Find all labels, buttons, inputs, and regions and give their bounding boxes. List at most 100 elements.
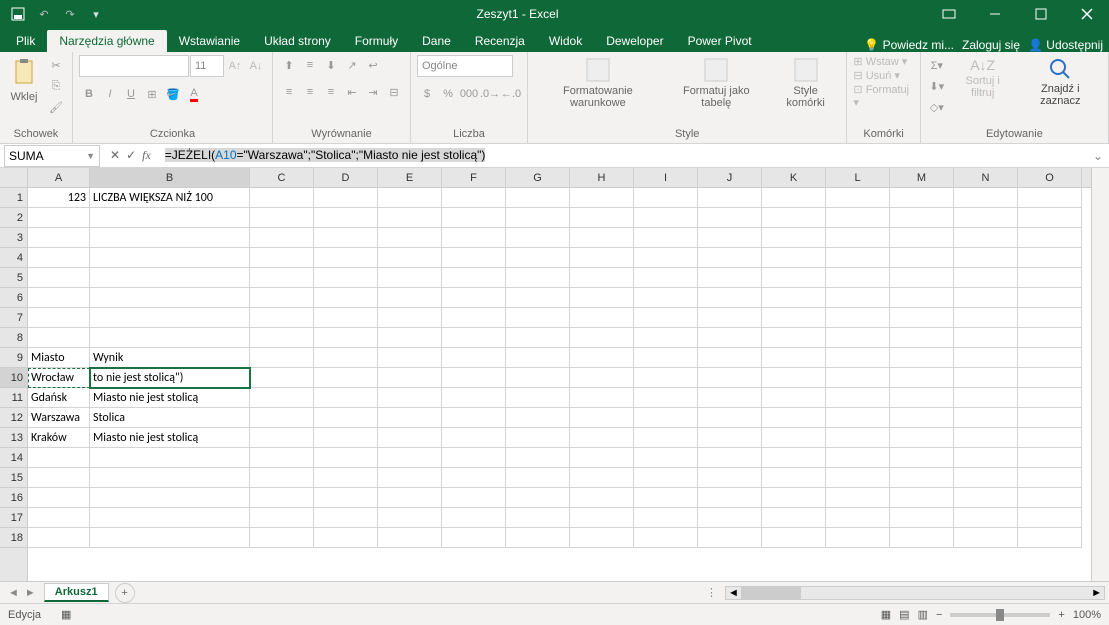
cell-O8[interactable] [1018,328,1082,348]
number-format-combo[interactable] [417,55,513,77]
cell-A3[interactable] [28,228,90,248]
cell-L10[interactable] [826,368,890,388]
format-as-table-button[interactable]: Formatuj jako tabelę [666,55,767,111]
cell-C14[interactable] [250,448,314,468]
cell-N5[interactable] [954,268,1018,288]
cell-F5[interactable] [442,268,506,288]
cell-K8[interactable] [762,328,826,348]
cell-B18[interactable] [90,528,250,548]
cell-I1[interactable] [634,188,698,208]
cell-E10[interactable] [378,368,442,388]
tab-formulas[interactable]: Formuły [343,30,410,52]
cell-A11[interactable]: Gdańsk [28,388,90,408]
cell-E16[interactable] [378,488,442,508]
cell-M7[interactable] [890,308,954,328]
col-header-N[interactable]: N [954,168,1018,187]
cell-I18[interactable] [634,528,698,548]
cell-I12[interactable] [634,408,698,428]
cell-G6[interactable] [506,288,570,308]
cell-O12[interactable] [1018,408,1082,428]
cell-J12[interactable] [698,408,762,428]
format-painter-icon[interactable]: 🖌 [46,97,66,117]
row-header-16[interactable]: 16 [0,488,27,508]
font-name-combo[interactable] [79,55,189,77]
cell-A4[interactable] [28,248,90,268]
cell-L13[interactable] [826,428,890,448]
cell-J3[interactable] [698,228,762,248]
cell-K10[interactable] [762,368,826,388]
font-color-icon[interactable]: A [184,84,204,104]
autosum-icon[interactable]: Σ▾ [927,55,947,75]
cell-K9[interactable] [762,348,826,368]
cell-J6[interactable] [698,288,762,308]
cell-H2[interactable] [570,208,634,228]
cell-G2[interactable] [506,208,570,228]
cell-I14[interactable] [634,448,698,468]
cell-I10[interactable] [634,368,698,388]
cell-C16[interactable] [250,488,314,508]
row-header-9[interactable]: 9 [0,348,27,368]
col-header-K[interactable]: K [762,168,826,187]
tab-insert[interactable]: Wstawianie [167,30,252,52]
col-header-M[interactable]: M [890,168,954,187]
cell-B11[interactable]: Miasto nie jest stolicą [90,388,250,408]
cell-M8[interactable] [890,328,954,348]
accept-formula-icon[interactable]: ✓ [126,148,136,163]
cancel-formula-icon[interactable]: ✕ [110,148,120,163]
cell-H17[interactable] [570,508,634,528]
minimize-icon[interactable] [973,0,1017,28]
cell-L6[interactable] [826,288,890,308]
cell-N15[interactable] [954,468,1018,488]
align-center-icon[interactable]: ≡ [300,82,320,102]
cell-G18[interactable] [506,528,570,548]
cell-E3[interactable] [378,228,442,248]
cell-E13[interactable] [378,428,442,448]
cell-G10[interactable] [506,368,570,388]
cell-I4[interactable] [634,248,698,268]
cell-E6[interactable] [378,288,442,308]
wrap-text-icon[interactable]: ↩ [363,55,383,75]
cell-K4[interactable] [762,248,826,268]
cell-F12[interactable] [442,408,506,428]
font-size-combo[interactable] [190,55,224,77]
cell-C9[interactable] [250,348,314,368]
cell-F8[interactable] [442,328,506,348]
cell-B2[interactable] [90,208,250,228]
cell-N3[interactable] [954,228,1018,248]
cell-K5[interactable] [762,268,826,288]
cell-M16[interactable] [890,488,954,508]
cell-M18[interactable] [890,528,954,548]
decrease-font-icon[interactable]: A↓ [246,56,266,76]
cell-N18[interactable] [954,528,1018,548]
cell-A18[interactable] [28,528,90,548]
sort-filter-button[interactable]: A↓Z Sortuj i filtruj [951,55,1015,101]
cell-A8[interactable] [28,328,90,348]
decrease-indent-icon[interactable]: ⇤ [342,82,362,102]
cell-G3[interactable] [506,228,570,248]
cell-B3[interactable] [90,228,250,248]
cell-L11[interactable] [826,388,890,408]
cell-O5[interactable] [1018,268,1082,288]
ribbon-options-icon[interactable] [927,0,971,28]
tab-data[interactable]: Dane [410,30,463,52]
merge-icon[interactable]: ⊟ [384,82,404,102]
cell-O9[interactable] [1018,348,1082,368]
cell-B4[interactable] [90,248,250,268]
cell-G5[interactable] [506,268,570,288]
cell-J11[interactable] [698,388,762,408]
share-button[interactable]: 👤 Udostępnij [1028,38,1103,52]
cell-G13[interactable] [506,428,570,448]
tab-review[interactable]: Recenzja [463,30,537,52]
col-header-E[interactable]: E [378,168,442,187]
tellme[interactable]: 💡 Powiedz mi... [864,38,954,52]
cell-C2[interactable] [250,208,314,228]
cell-C7[interactable] [250,308,314,328]
cell-N11[interactable] [954,388,1018,408]
cell-K18[interactable] [762,528,826,548]
cell-I9[interactable] [634,348,698,368]
cell-A2[interactable] [28,208,90,228]
cell-O7[interactable] [1018,308,1082,328]
fill-color-icon[interactable]: 🪣 [163,84,183,104]
cell-C17[interactable] [250,508,314,528]
cell-N12[interactable] [954,408,1018,428]
